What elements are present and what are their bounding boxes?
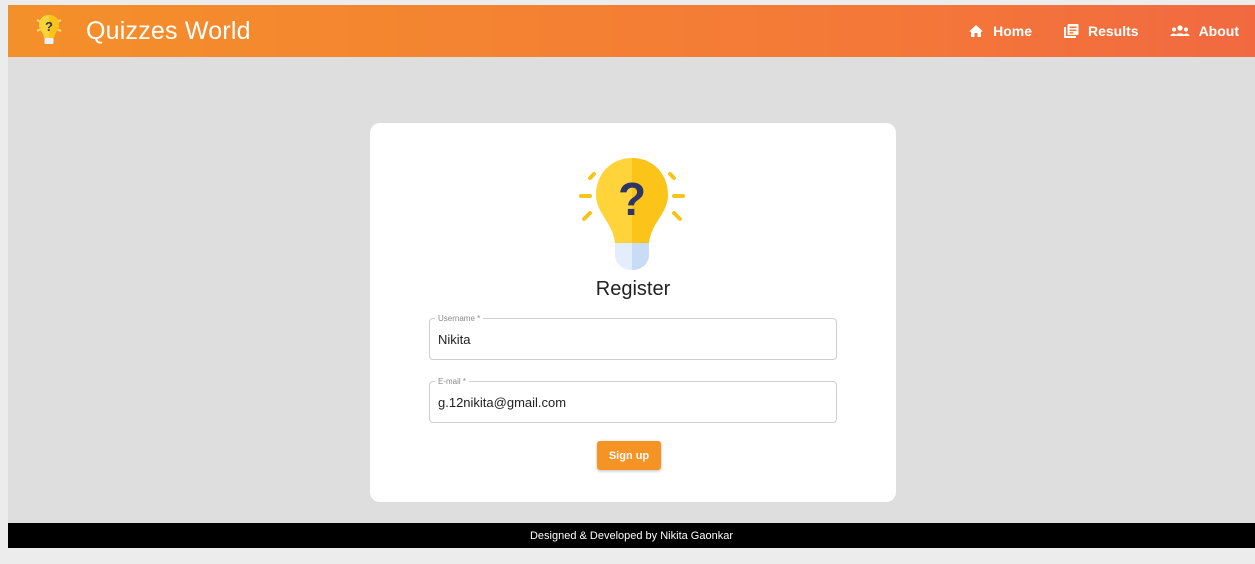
page: ? Quizzes World Home Results About ? Reg…: [8, 5, 1255, 548]
brand[interactable]: ? Quizzes World: [34, 11, 251, 51]
results-icon: [1063, 24, 1079, 38]
username-field[interactable]: Username *: [429, 314, 837, 360]
people-icon: [1170, 25, 1190, 36]
email-label: E-mail *: [435, 377, 470, 386]
brand-title: Quizzes World: [86, 16, 251, 45]
svg-text:?: ?: [45, 19, 53, 34]
footer: Designed & Developed by Nikita Gaonkar: [8, 523, 1255, 548]
svg-text:?: ?: [618, 173, 646, 225]
username-label: Username *: [435, 314, 484, 323]
register-card: ? Register Username * E-mail * Sign up: [370, 123, 896, 502]
nav-about-label: About: [1198, 23, 1239, 39]
lightbulb-logo-icon: ?: [36, 15, 62, 44]
email-field[interactable]: E-mail *: [429, 377, 837, 423]
footer-credit: Designed & Developed by Nikita Gaonkar: [529, 529, 733, 542]
nav-home-link[interactable]: Home: [968, 23, 1032, 39]
nav-links: Home Results About: [937, 5, 1239, 57]
username-input[interactable]: [438, 332, 818, 347]
home-icon: [969, 25, 984, 37]
nav-about-link[interactable]: About: [1170, 23, 1239, 39]
nav-home-label: Home: [993, 23, 1032, 39]
sign-up-button[interactable]: Sign up: [597, 441, 661, 470]
top-navbar: ? Quizzes World Home Results About: [8, 5, 1255, 57]
nav-results-link[interactable]: Results: [1063, 23, 1139, 39]
email-input[interactable]: [438, 395, 818, 410]
nav-results-label: Results: [1087, 23, 1139, 39]
lightbulb-question-icon: ?: [570, 154, 694, 278]
register-title: Register: [595, 278, 671, 300]
